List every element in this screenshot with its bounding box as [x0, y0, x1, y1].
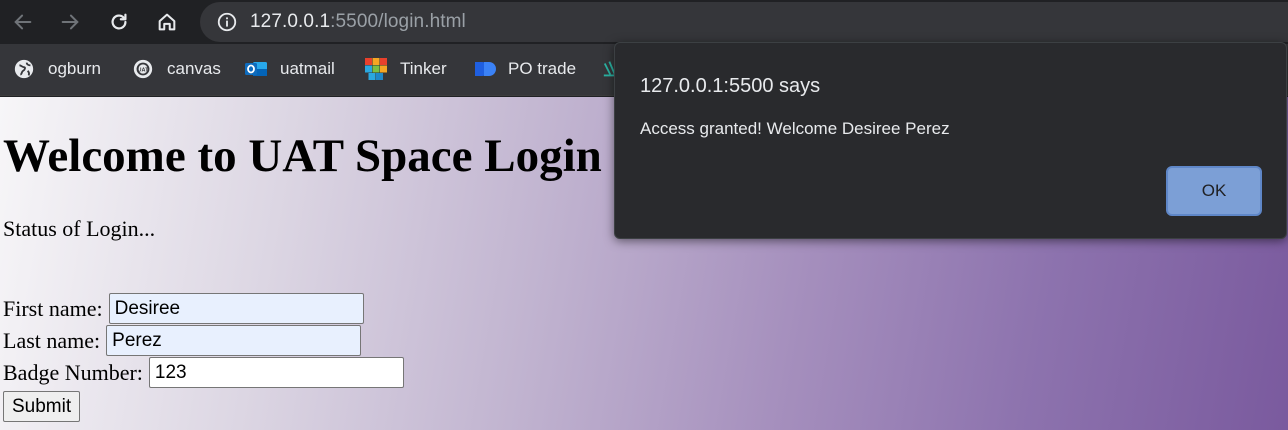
badge-number-input[interactable] [148, 357, 404, 388]
forward-button[interactable] [55, 7, 85, 37]
globe-icon [12, 57, 36, 81]
login-status: Status of Login... [3, 216, 156, 241]
last-name-row: Last name: [3, 325, 362, 356]
badge-number-row: Badge Number: [3, 357, 404, 388]
url-text: 127.0.0.1:5500/login.html [250, 11, 466, 33]
dialog-message: Access granted! Welcome Desiree Perez [640, 119, 950, 138]
back-button[interactable] [8, 7, 38, 37]
home-button[interactable] [152, 7, 182, 37]
last-name-label: Last name: [3, 327, 101, 353]
address-bar[interactable]: 127.0.0.1:5500/login.html [200, 2, 1288, 42]
bookmark-tinker[interactable]: Tinker [364, 56, 447, 82]
url-path: :5500/login.html [330, 11, 466, 32]
svg-text:UAT: UAT [138, 67, 150, 73]
badge-number-label: Badge Number: [3, 359, 143, 385]
bookmark-label: ogburn [48, 59, 101, 78]
home-icon [158, 13, 176, 31]
canvas-logo-icon: UAT [131, 57, 155, 81]
bookmark-canvas[interactable]: UAT canvas [131, 56, 221, 82]
url-host: 127.0.0.1 [250, 11, 331, 32]
first-name-label: First name: [3, 295, 103, 321]
bookmark-label: PO trade [508, 59, 577, 78]
reload-button[interactable] [104, 7, 134, 37]
bookmark-ogburn[interactable]: ogburn [12, 56, 101, 82]
first-name-input[interactable] [108, 293, 364, 324]
first-name-row: First name: [3, 293, 364, 324]
alert-dialog: 127.0.0.1:5500 says Access granted! Welc… [614, 42, 1287, 239]
dialog-title: 127.0.0.1:5500 says [640, 75, 821, 97]
outlook-icon [244, 57, 268, 81]
page-title: Welcome to UAT Space Login [3, 130, 602, 182]
bookmark-label: Tinker [400, 59, 447, 78]
bookmark-label: canvas [167, 59, 221, 78]
tinkercad-icon [364, 57, 388, 81]
forward-arrow-icon [61, 14, 79, 30]
bookmark-uatmail[interactable]: uatmail [244, 56, 335, 82]
ok-button[interactable]: OK [1166, 166, 1262, 216]
po-trade-icon [472, 57, 496, 81]
submit-button[interactable]: Submit [3, 391, 81, 422]
browser-toolbar: 127.0.0.1:5500/login.html [0, 0, 1288, 44]
back-arrow-icon [14, 14, 32, 30]
site-info-icon[interactable] [216, 11, 238, 33]
last-name-input[interactable] [106, 325, 362, 356]
bookmark-po-trade[interactable]: PO trade [472, 56, 576, 82]
reload-icon [111, 13, 127, 30]
bookmark-label: uatmail [280, 59, 335, 78]
